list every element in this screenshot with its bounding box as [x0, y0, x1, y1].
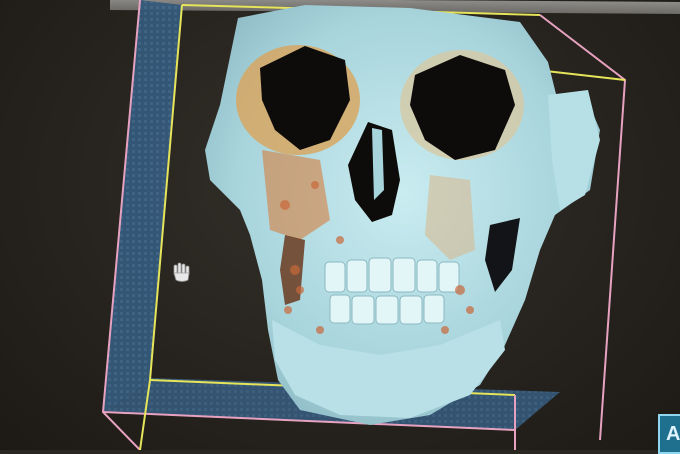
hand-icon: [173, 262, 190, 282]
left-cheek-tissue: [262, 150, 330, 240]
hand-cursor-icon[interactable]: [170, 262, 196, 284]
viewer-screen: A: [0, 0, 680, 454]
volume-viewport[interactable]: [0, 0, 680, 450]
nasal-bridge: [372, 128, 384, 200]
volume-back-plane: [103, 0, 182, 412]
mode-button-label: A: [666, 422, 680, 445]
skull-render: [205, 5, 600, 425]
mode-button[interactable]: A: [658, 414, 680, 454]
